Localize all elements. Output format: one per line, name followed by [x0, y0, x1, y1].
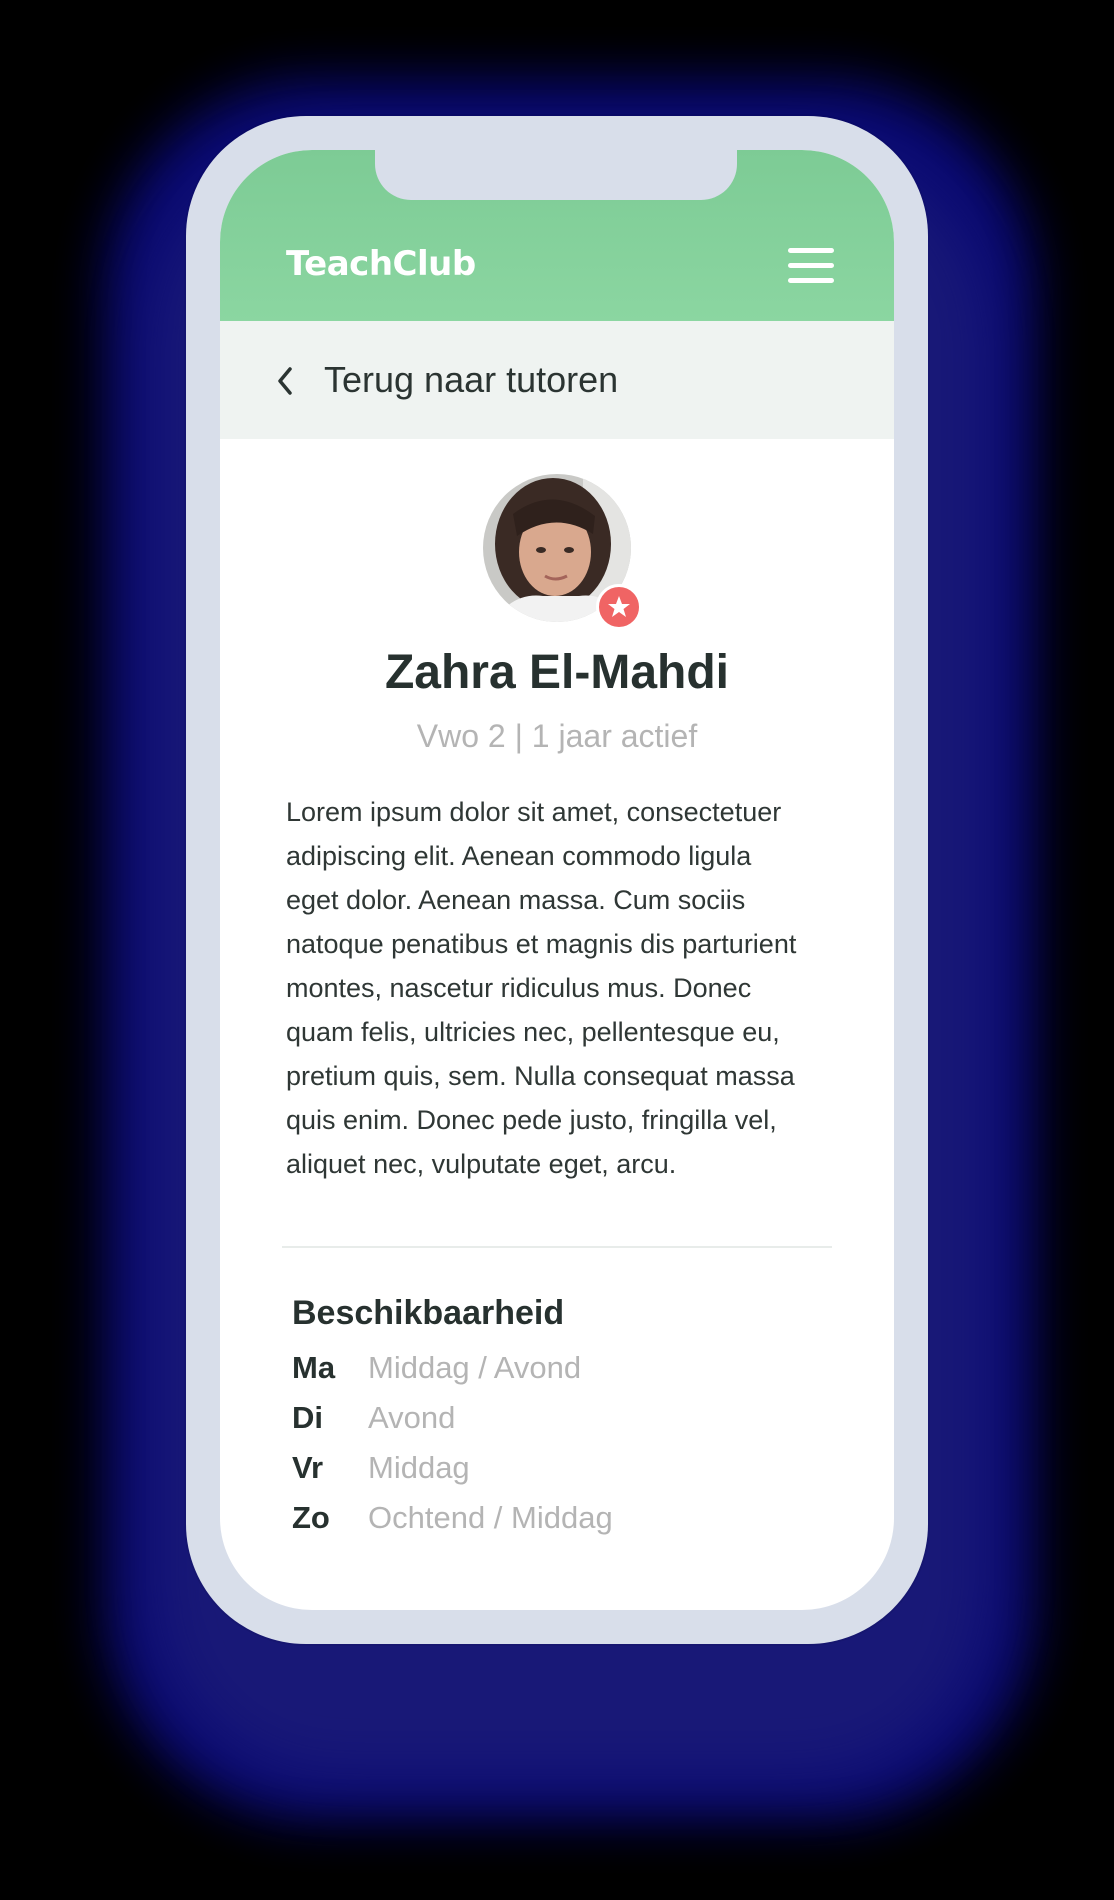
teachclub-logo[interactable]: TeachClub: [286, 244, 476, 284]
availability-row: Di Avond: [292, 1400, 812, 1450]
hamburger-menu-icon[interactable]: [788, 248, 834, 284]
availability-slot: Avond: [368, 1400, 456, 1435]
availability-title: Beschikbaarheid: [292, 1294, 565, 1332]
section-divider: [282, 1246, 832, 1248]
bio-line: quis enim. Donec pede justo, fringilla v…: [286, 1105, 777, 1135]
back-to-tutors-link[interactable]: Terug naar tutoren: [324, 359, 618, 401]
bio-line: natoque penatibus et magnis dis parturie…: [286, 929, 797, 959]
availability-slot: Middag: [368, 1450, 470, 1485]
bio-line: pretium quis, sem. Nulla consequat massa: [286, 1061, 795, 1091]
availability-slot: Ochtend / Middag: [368, 1500, 613, 1535]
availability-day: Ma: [292, 1350, 336, 1385]
availability-slot: Middag / Avond: [368, 1350, 582, 1385]
star-icon: [596, 584, 642, 630]
bio-line: aliquet nec, vulputate eget, arcu.: [286, 1149, 677, 1179]
app-header: TeachClub: [220, 150, 894, 321]
availability-day: Vr: [292, 1450, 324, 1485]
availability-day: Zo: [292, 1500, 330, 1535]
bio-line: Lorem ipsum dolor sit amet, consectetuer: [286, 797, 782, 827]
tutor-bio: Lorem ipsum dolor sit amet, consectetuer…: [286, 790, 846, 1186]
bio-line: montes, nascetur ridiculus mus. Donec: [286, 973, 752, 1003]
tutor-subline: Vwo 2 | 1 jaar actief: [416, 718, 698, 754]
bio-line: quam felis, ultricies nec, pellentesque …: [286, 1017, 780, 1047]
availability-row: Zo Ochtend / Middag: [292, 1500, 812, 1550]
availability-day: Di: [292, 1400, 323, 1435]
bio-line: adipiscing elit. Aenean commodo ligula: [286, 841, 752, 871]
back-bar[interactable]: Terug naar tutoren: [220, 321, 894, 439]
availability-row: Vr Middag: [292, 1450, 812, 1500]
tutor-name: Zahra El-Mahdi: [384, 646, 730, 699]
phone-notch: [375, 150, 737, 200]
availability-row: Ma Middag / Avond: [292, 1350, 812, 1400]
avatar: [483, 474, 642, 630]
phone-frame: TeachClub Terug naar tutoren Zahra El-Ma…: [186, 116, 928, 1644]
availability-list: Ma Middag / Avond Di Avond Vr Middag Zo …: [292, 1350, 812, 1550]
chevron-left-icon[interactable]: [272, 361, 298, 401]
stage: TeachClub Terug naar tutoren Zahra El-Ma…: [0, 0, 1114, 1900]
phone-screen: TeachClub Terug naar tutoren Zahra El-Ma…: [220, 150, 894, 1610]
bio-line: eget dolor. Aenean massa. Cum sociis: [286, 885, 746, 915]
